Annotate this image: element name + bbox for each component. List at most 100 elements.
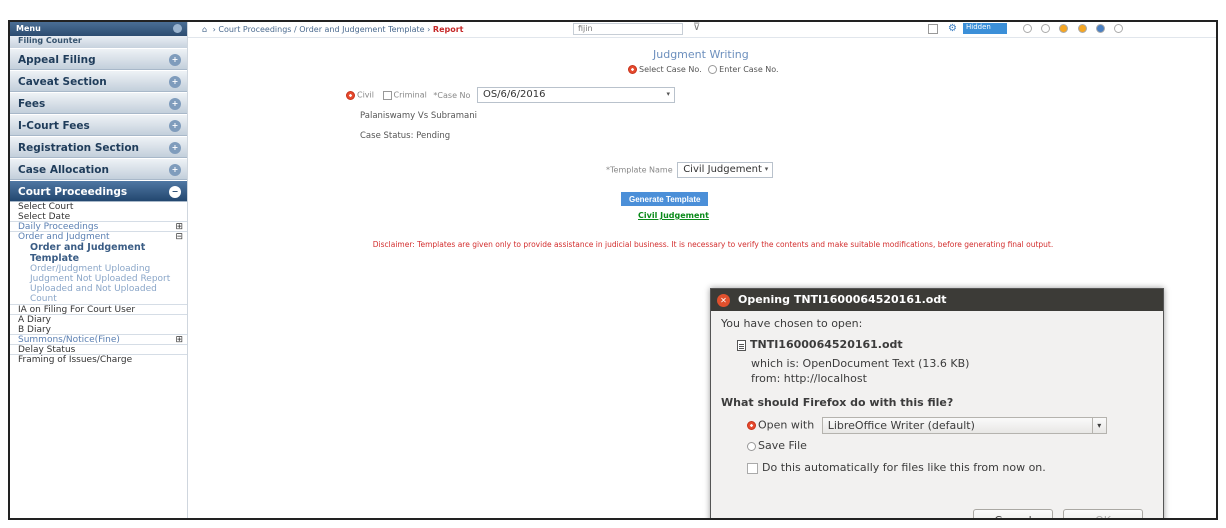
filter-icon[interactable]: ⊽ [693,22,700,33]
breadcrumb-template[interactable]: Order and Judgement Template [299,25,424,34]
dialog-body: You have chosen to open: TNTI16000645201… [711,311,1163,474]
expand-icon[interactable]: + [169,54,181,66]
sidebar-item-order-judgement-template[interactable]: Order and Judgement Template [10,242,187,264]
save-file-label: Save File [758,439,807,452]
template-select[interactable]: Civil Judgement ▾ [677,162,774,178]
open-with-row: Open with LibreOffice Writer (default) ▾ [747,417,1107,434]
breadcrumb-sep: › [212,25,216,34]
civil-radio[interactable] [346,90,355,100]
sidebar-item-daily-proceedings[interactable]: Daily Proceedings ⊞ [10,222,187,232]
expand-icon[interactable]: + [169,142,181,154]
sidebar-item-summons-notice[interactable]: Summons/Notice(Fine) ⊞ [10,335,187,345]
group-label: Case Allocation [18,164,109,176]
group-label: Fees [18,98,46,110]
item-label: Order and Judgment [18,232,110,242]
civil-label: Civil [357,90,374,100]
case-no-select[interactable]: OS/6/6/2016 ▾ [476,87,675,103]
sidebar-item-delay-status[interactable]: Delay Status [10,345,187,355]
sidebar-group-i-court-fees[interactable]: I-Court Fees + [10,114,187,136]
sidebar-item-order-judgment-uploading[interactable]: Order/Judgment Uploading [10,264,187,274]
theme-dot[interactable] [1059,24,1069,33]
open-file-dialog: ✕ Opening TNTI1600064520161.odt You have … [710,288,1164,518]
gear-icon[interactable]: ⚙ [948,23,957,34]
sidebar-group-case-allocation[interactable]: Case Allocation + [10,158,187,180]
home-icon[interactable]: ⌂ [202,25,207,34]
breadcrumb-court-proceedings[interactable]: Court Proceedings [218,25,291,34]
collapse-icon[interactable]: − [169,186,181,198]
chosen-text: You have chosen to open: [721,317,863,330]
sidebar-group-caveat-section[interactable]: Caveat Section + [10,70,187,92]
file-name: TNTI1600064520161.odt [750,338,903,351]
sidebar-item-a-diary[interactable]: A Diary [10,315,187,325]
breadcrumb: ⌂ › Court Proceedings / Order and Judgem… [202,25,463,34]
open-with-radio[interactable] [747,421,756,430]
sidebar-item-ia-filing[interactable]: IA on Filing For Court User [10,305,187,315]
sidebar-item-b-diary[interactable]: B Diary [10,325,187,335]
case-no-value: OS/6/6/2016 [482,89,546,100]
search-input[interactable]: fijin [573,23,683,35]
top-bar: ⌂ › Court Proceedings / Order and Judgem… [188,22,1216,38]
select-case-label: Select Case No. [639,65,702,74]
application-select[interactable]: LibreOffice Writer (default) ▾ [821,417,1107,434]
theme-dot[interactable] [1095,24,1105,33]
chevron-down-icon: ▾ [1091,418,1106,433]
group-label: Court Proceedings [18,186,128,198]
window-icon[interactable] [928,24,938,34]
enter-case-radio[interactable] [708,65,718,74]
item-label: Daily Proceedings [18,222,99,232]
group-label: Registration Section [18,142,140,154]
expand-icon[interactable]: + [169,120,181,132]
expand-icon[interactable]: + [169,98,181,110]
sidebar-item-judgment-not-uploaded-report[interactable]: Judgment Not Uploaded Report [10,274,187,284]
page-title: Judgment Writing [653,48,749,61]
hidden-button[interactable]: Hidden [963,23,1007,34]
case-mode-radios: Select Case No. Enter Case No. [628,65,779,74]
auto-checkbox[interactable] [747,462,758,474]
template-row: *Template Name Civil Judgement ▾ [606,162,774,178]
file-type-text: which is: OpenDocument Text (13.6 KB) [751,357,970,370]
chevron-down-icon: ▾ [764,165,769,173]
save-file-radio[interactable] [747,441,756,451]
expand-icon[interactable]: ⊞ [175,222,183,231]
close-icon[interactable]: ✕ [717,293,730,307]
generate-template-button[interactable]: Generate Template [621,192,709,206]
ok-button[interactable]: OK [1063,509,1143,518]
sidebar-group-appeal-filing[interactable]: Appeal Filing + [10,48,187,70]
sidebar-item-filing-counter[interactable]: Filing Counter [10,36,187,48]
menu-header-label: Menu [16,24,41,33]
theme-dot[interactable] [1077,24,1087,33]
auto-label: Do this automatically for files like thi… [762,461,1046,474]
case-status-text: Case Status: Pending [360,131,451,141]
expand-icon[interactable]: ⊞ [175,335,183,344]
expand-icon[interactable]: + [169,76,181,88]
criminal-checkbox[interactable] [382,90,392,100]
collapse-icon[interactable]: ⊟ [175,232,183,242]
sidebar-group-fees[interactable]: Fees + [10,92,187,114]
theme-dot[interactable] [1041,24,1051,33]
civil-judgement-link[interactable]: Civil Judgement [638,211,709,220]
open-with-label: Open with [758,418,815,432]
collapse-icon[interactable] [173,24,182,33]
sidebar-item-select-court[interactable]: Select Court [10,202,187,212]
sidebar-group-registration-section[interactable]: Registration Section + [10,136,187,158]
theme-dot[interactable] [1023,24,1032,33]
group-label: Appeal Filing [18,54,96,66]
theme-dot[interactable] [1113,24,1123,33]
parties-text: Palaniswamy Vs Subramani [360,111,477,121]
sidebar-group-court-proceedings[interactable]: Court Proceedings − [10,180,187,202]
cancel-button[interactable]: Cancel [973,509,1053,518]
sidebar-item-framing-of-issues[interactable]: Framing of Issues/Charge [10,355,187,365]
file-name-row: TNTI1600064520161.odt [737,338,903,351]
select-case-radio[interactable] [628,65,637,74]
file-source-text: from: http://localhost [751,372,867,385]
sidebar-item-uploaded-not-uploaded-count[interactable]: Uploaded and Not Uploaded Count [10,284,187,305]
dialog-title: Opening TNTI1600064520161.odt [738,293,947,306]
case-row: Civil Criminal *Case No OS/6/6/2016 ▾ [346,87,675,103]
sidebar: Menu Filing Counter Appeal Filing + Cavea… [10,22,188,518]
save-file-row: Save File [747,439,807,452]
sidebar-item-order-and-judgment[interactable]: Order and Judgment ⊟ [10,232,187,242]
sidebar-item-select-date[interactable]: Select Date [10,212,187,222]
expand-icon[interactable]: + [169,164,181,176]
application-value: LibreOffice Writer (default) [827,419,975,432]
criminal-label: Criminal [393,90,427,100]
